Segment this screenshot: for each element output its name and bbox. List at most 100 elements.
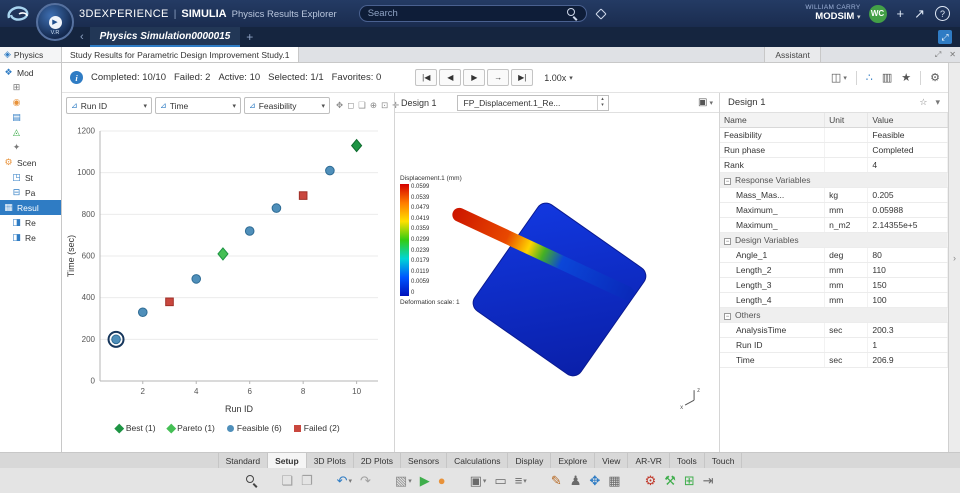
property-row[interactable]: Angle_1 deg 80 (720, 247, 948, 263)
filter-dropdown-run-id[interactable]: ⊿ Run ID ▾ (66, 97, 152, 114)
copy-icon[interactable]: ❏ (281, 474, 293, 487)
column-header-value[interactable]: Value (867, 113, 948, 128)
zoom-in-icon[interactable]: ⊕ (370, 100, 377, 111)
property-row[interactable]: Length_3 mm 150 (720, 277, 948, 293)
tag-icon[interactable] (595, 7, 607, 20)
user-avatar[interactable]: WC (868, 4, 887, 23)
spinner-icons[interactable]: ▴ ▾ (596, 95, 608, 110)
workspace-selector[interactable]: MODSIM ▾ (805, 11, 860, 23)
layout-panes-icon[interactable]: ◫ ▾ (831, 71, 847, 84)
collapse-icon[interactable]: − (724, 313, 731, 320)
tab-assistant[interactable]: Assistant (764, 47, 821, 62)
legend-item[interactable]: Failed (2) (293, 423, 340, 433)
filter-dropdown-feasibility[interactable]: ⊿ Feasibility ▾ (244, 97, 330, 114)
property-value[interactable]: 80 (867, 247, 948, 263)
collapse-icon[interactable]: − (724, 238, 731, 245)
plot-icon[interactable]: ▦ (608, 474, 620, 487)
zoom-icon[interactable] (246, 475, 257, 486)
skip-end-button[interactable]: ▶| (511, 69, 534, 86)
step-forward-button[interactable]: → (487, 69, 510, 86)
property-value[interactable]: 150 (867, 277, 948, 293)
legend-item[interactable]: Pareto (1) (166, 423, 215, 433)
columns-icon[interactable]: ▥ (882, 71, 892, 84)
panel-close-icon[interactable]: ✕ (945, 47, 960, 62)
tools-wrench-icon[interactable]: ⚒ (664, 474, 676, 487)
property-value[interactable]: 2.14355e+5 (867, 217, 948, 233)
property-value[interactable]: 110 (867, 262, 948, 278)
favorite-star-icon[interactable]: ☆ (919, 97, 927, 108)
legend-item[interactable]: Feasible (6) (226, 423, 282, 433)
transform-icon[interactable]: ✥ (589, 474, 600, 487)
ribbon-tab-sensors[interactable]: Sensors (401, 453, 448, 468)
ribbon-tab-tools[interactable]: Tools (670, 453, 705, 468)
property-row[interactable]: Run phase Completed (720, 142, 948, 158)
collapse-panel-icon[interactable]: ▾ (935, 97, 940, 108)
property-value[interactable]: 4 (867, 157, 948, 173)
search-icon[interactable] (566, 8, 578, 19)
tree-item-resul[interactable]: ▦ Resul (0, 200, 61, 215)
data-table-icon[interactable]: ⊞ (684, 474, 695, 487)
box-select-icon[interactable]: ◻ (347, 100, 354, 111)
column-header-name[interactable]: Name (720, 113, 826, 128)
property-section-row[interactable]: − Design Variables (720, 232, 948, 248)
back-chevron-icon[interactable]: ‹ (80, 31, 84, 43)
manikin-icon[interactable]: ♟ (570, 474, 582, 487)
fit-view-icon[interactable]: ⊡ (381, 100, 388, 111)
export-icon[interactable]: ⇥ (703, 474, 714, 487)
property-row[interactable]: Length_2 mm 110 (720, 262, 948, 278)
new-tab-button[interactable]: + (246, 30, 253, 44)
compass-avatar[interactable]: ▶ V.R (36, 3, 74, 41)
tab-physics[interactable]: ◈ Physics (0, 47, 62, 62)
ribbon-tab-display[interactable]: Display (508, 453, 552, 468)
property-value[interactable]: Feasible (867, 127, 948, 143)
expand-window-icon[interactable]: ⤢ (938, 30, 952, 44)
legend-item[interactable]: Best (1) (114, 423, 156, 433)
ribbon-tab-3d-plots[interactable]: 3D Plots (307, 453, 354, 468)
tree-item-node-grid[interactable]: ⊞ (0, 80, 61, 95)
undo-icon[interactable]: ↶ ▾ (337, 474, 352, 487)
redo-icon[interactable]: ↷ (360, 474, 371, 487)
ribbon-tab-explore[interactable]: Explore (551, 453, 596, 468)
paste-icon[interactable]: ❐ (301, 474, 313, 487)
model-view-icon[interactable]: ▧ ▾ (395, 474, 412, 487)
property-row[interactable]: Feasibility Feasible (720, 127, 948, 143)
display-screen-icon[interactable]: ▭ (494, 474, 506, 487)
favorites-star-icon[interactable]: ★ (901, 71, 911, 84)
ribbon-tab-2d-plots[interactable]: 2D Plots (354, 453, 401, 468)
tree-item-node-triangle[interactable]: ◬ (0, 125, 61, 140)
tree-item-pa[interactable]: ⊟ Pa (0, 185, 61, 200)
tree-item-re[interactable]: ◨ Re (0, 230, 61, 245)
compass-play-icon[interactable]: ▶ (48, 15, 62, 29)
ribbon-tab-ar-vr[interactable]: AR-VR (628, 453, 670, 468)
tree-item-st[interactable]: ◳ St (0, 170, 61, 185)
panel-expand-icon[interactable]: ⤢ (931, 47, 945, 62)
property-value[interactable]: 200.3 (867, 322, 948, 338)
property-value[interactable]: 206.9 (867, 352, 948, 368)
play-simulation-icon[interactable]: ▶ (420, 474, 430, 487)
viewer-3d-area[interactable]: z x Displacement.1 (mm) 0.0599 0.0539 0.04… (395, 113, 719, 452)
property-value[interactable]: 0.205 (867, 187, 948, 203)
property-value[interactable]: 0.05988 (867, 202, 948, 218)
plot-selector[interactable]: FP_Displacement.1_Re... ▴ ▾ (456, 94, 609, 111)
property-row[interactable]: Time sec 206.9 (720, 352, 948, 368)
property-row[interactable]: Length_4 mm 100 (720, 292, 948, 308)
scatter-chart[interactable]: 0 200 400 600 800 1000 1200 2 4 6 8 10 Run ID Time (s… (64, 117, 390, 417)
tree-item-node-target[interactable]: ◉ (0, 95, 61, 110)
settings-gear-icon[interactable]: ⚙ (930, 71, 940, 84)
property-row[interactable]: AnalysisTime sec 200.3 (720, 322, 948, 338)
filter-dropdown-time[interactable]: ⊿ Time ▾ (155, 97, 241, 114)
document-tab[interactable]: Physics Simulation0000015 (89, 27, 241, 47)
tree-item-scen[interactable]: ⚙ Scen (0, 155, 61, 170)
list-view-icon[interactable]: ≡ ▾ (515, 474, 527, 487)
ribbon-tab-setup[interactable]: Setup (268, 453, 307, 468)
add-content-icon[interactable]: + (897, 6, 905, 21)
sketch-icon[interactable]: ✎ (551, 474, 562, 487)
help-icon[interactable]: ? (935, 6, 950, 21)
share-icon[interactable]: ↗ (914, 6, 925, 22)
property-value[interactable]: Completed (867, 142, 948, 158)
play-button[interactable]: ▶ (463, 69, 486, 86)
property-section-row[interactable]: − Response Variables (720, 172, 948, 188)
scatter-plot-icon[interactable]: ∴ (866, 71, 873, 84)
property-row[interactable]: Run ID 1 (720, 337, 948, 353)
results-sphere-icon[interactable]: ● (438, 474, 446, 487)
